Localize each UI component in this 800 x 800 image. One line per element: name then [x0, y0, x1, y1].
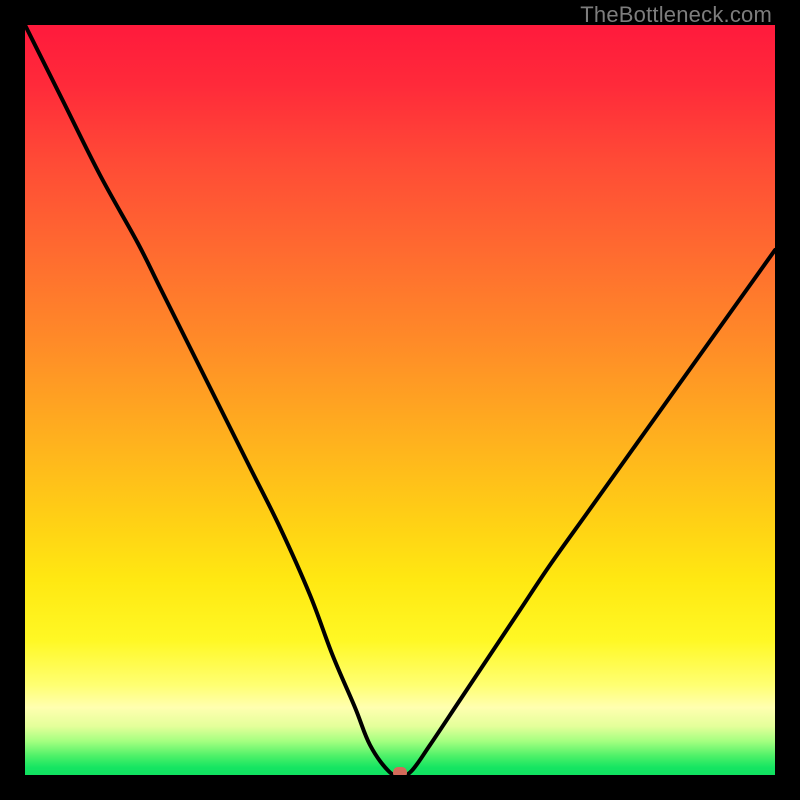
bottleneck-curve	[25, 25, 775, 775]
chart-frame: TheBottleneck.com	[0, 0, 800, 800]
plot-area	[25, 25, 775, 775]
minimum-marker	[393, 767, 407, 775]
curve-layer	[25, 25, 775, 775]
